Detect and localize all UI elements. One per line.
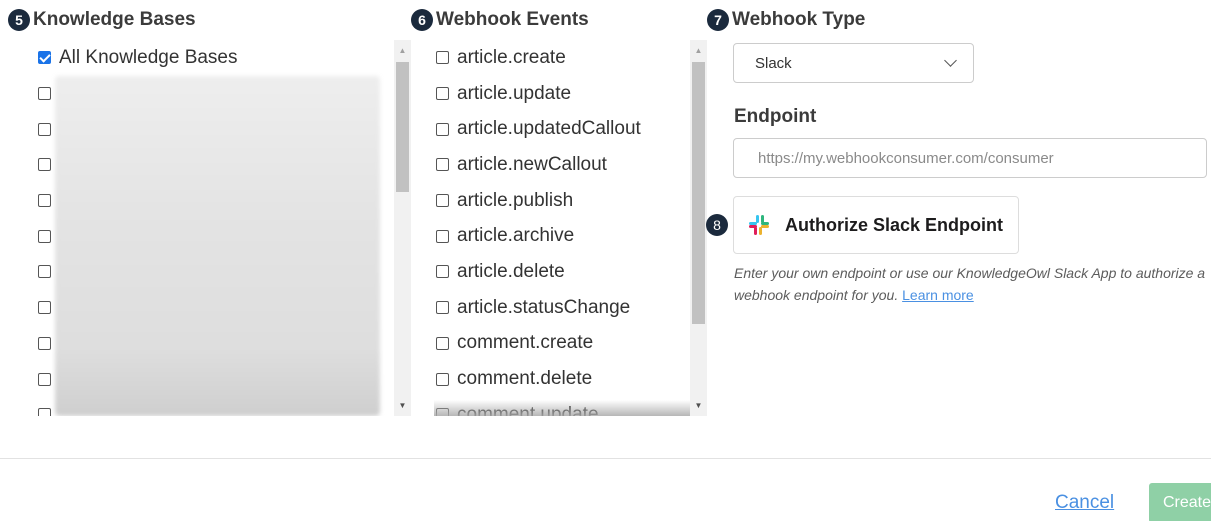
checkbox[interactable] [436,51,449,65]
knowledge-bases-list[interactable]: All Knowledge Bases ▲ ▼ [30,40,411,416]
checkbox[interactable] [436,265,449,279]
cancel-link[interactable]: Cancel [1055,492,1114,514]
authorize-slack-button[interactable]: Authorize Slack Endpoint [733,196,1019,254]
list-item[interactable]: article.publish [434,183,709,219]
webhook-type-heading: 7 Webhook Type [707,9,865,31]
learn-more-link[interactable]: Learn more [902,287,974,303]
list-item[interactable]: article.delete [434,254,709,290]
scroll-down-arrow-icon[interactable]: ▼ [394,397,411,414]
list-item-label: article.create [457,46,566,68]
list-item[interactable]: article.updatedCallout [434,111,709,147]
checkbox[interactable] [38,158,51,172]
knowledge-bases-heading: 5 Knowledge Bases [8,9,196,31]
checkbox[interactable] [38,408,51,416]
checkbox[interactable] [436,87,449,101]
create-button[interactable]: Create [1149,483,1211,521]
redacted-content [55,76,380,416]
list-item[interactable]: article.newCallout [434,147,709,183]
list-item-label: article.statusChange [457,296,631,318]
list-item-label: article.archive [457,225,575,247]
slack-logo-icon [749,215,769,235]
checkbox[interactable] [38,301,51,315]
step-badge: 7 [707,9,729,31]
checkbox[interactable] [38,229,51,243]
list-item-label: article.updatedCallout [457,118,641,140]
list-item[interactable]: comment.create [434,326,709,362]
checkbox[interactable] [436,301,449,315]
knowledge-bases-scrollbar[interactable]: ▲ ▼ [394,40,411,416]
chevron-down-icon [944,54,957,67]
webhook-type-title: Webhook Type [732,9,866,30]
step-badge: 5 [8,9,30,31]
checkbox[interactable] [436,336,449,350]
checkbox[interactable] [436,122,449,136]
scroll-thumb[interactable] [396,62,409,192]
list-item[interactable]: All Knowledge Bases [30,40,411,76]
endpoint-help-text: Enter your own endpoint or use our Knowl… [734,262,1211,306]
scroll-up-arrow-icon[interactable]: ▲ [394,42,411,59]
list-fade [434,400,692,416]
checkbox-all-knowledge-bases[interactable] [38,51,51,65]
checkbox[interactable] [436,372,449,386]
checkbox[interactable] [436,229,449,243]
knowledge-bases-title: Knowledge Bases [33,9,196,30]
step-badge: 8 [706,214,728,236]
checkbox[interactable] [436,158,449,172]
webhook-type-select[interactable]: Slack [733,43,974,83]
webhook-events-list[interactable]: article.create article.update article.upda… [434,40,709,416]
endpoint-label: Endpoint [734,106,817,127]
list-item[interactable]: article.update [434,76,709,112]
checkbox[interactable] [38,372,51,386]
scroll-up-arrow-icon[interactable]: ▲ [690,42,707,59]
checkbox[interactable] [436,194,449,208]
endpoint-input[interactable] [733,138,1207,178]
checkbox[interactable] [38,87,51,101]
list-item-label: article.delete [457,260,565,282]
scroll-down-arrow-icon[interactable]: ▼ [690,397,707,414]
list-item-label: article.publish [457,189,574,211]
checkbox[interactable] [38,122,51,136]
list-item[interactable]: article.create [434,40,709,76]
authorize-slack-label: Authorize Slack Endpoint [785,214,1004,235]
list-item-label: article.update [457,82,572,104]
webhook-type-value: Slack [755,54,792,72]
webhook-events-heading: 6 Webhook Events [411,9,589,31]
list-item-label: comment.create [457,332,594,354]
step-badge: 6 [411,9,433,31]
list-item-label: All Knowledge Bases [59,46,238,68]
list-item[interactable]: article.archive [434,218,709,254]
checkbox[interactable] [38,265,51,279]
footer-divider [0,458,1211,459]
list-item[interactable]: article.statusChange [434,290,709,326]
checkbox[interactable] [38,194,51,208]
webhook-events-scrollbar[interactable]: ▲ ▼ [690,40,707,416]
list-item[interactable]: comment.delete [434,361,709,397]
scroll-thumb[interactable] [692,62,705,324]
list-item-label: article.newCallout [457,153,607,175]
checkbox[interactable] [38,336,51,350]
list-item-label: comment.delete [457,368,593,390]
webhook-events-title: Webhook Events [436,9,589,30]
